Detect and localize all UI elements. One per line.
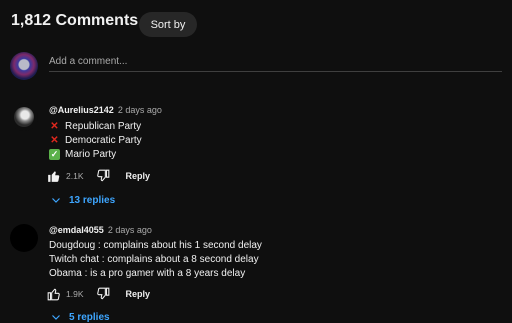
reply-button[interactable]: Reply — [126, 171, 151, 181]
avatar[interactable] — [10, 103, 38, 131]
comment-meta: @emdal4055 2 days ago — [49, 225, 152, 235]
comment-count: 1,812 Comments — [11, 12, 139, 29]
like-count: 1.9K — [66, 289, 84, 299]
thumbs-up-icon[interactable] — [47, 169, 61, 183]
comment-actions: 2.1K Reply — [47, 168, 150, 184]
thumbs-down-icon[interactable] — [96, 287, 110, 301]
comment-input[interactable]: Add a comment... — [49, 56, 502, 72]
comment-line: ✕ Republican Party — [49, 121, 141, 132]
comment-line: Dougdoug : complains about his 1 second … — [49, 240, 262, 251]
cross-mark-icon: ✕ — [50, 121, 59, 132]
comment-line: Obama : is a pro gamer with a 8 years de… — [49, 268, 245, 279]
chevron-down-icon — [52, 315, 60, 320]
comment-text: Mario Party — [65, 149, 117, 160]
comment-text: Twitch chat : complains about a 8 second… — [49, 254, 259, 265]
replies-label: 5 replies — [69, 311, 110, 323]
thumbs-up-icon[interactable] — [47, 287, 61, 301]
comment-text: Democratic Party — [65, 135, 142, 146]
reply-button[interactable]: Reply — [126, 289, 151, 299]
comment-actions: 1.9K Reply — [47, 286, 150, 302]
chevron-down-icon — [52, 198, 60, 203]
avatar[interactable] — [10, 224, 38, 252]
sort-by-button[interactable]: Sort by — [139, 12, 197, 37]
comments-header: 1,812 Comments — [11, 12, 138, 30]
comment-author[interactable]: @Aurelius2142 — [49, 105, 114, 115]
comment-text: Dougdoug : complains about his 1 second … — [49, 240, 262, 251]
comment-line: Twitch chat : complains about a 8 second… — [49, 254, 259, 265]
comment-time[interactable]: 2 days ago — [108, 225, 152, 235]
view-replies-button[interactable]: 13 replies — [50, 194, 115, 206]
comment-meta: @Aurelius2142 2 days ago — [49, 105, 162, 115]
comment-time[interactable]: 2 days ago — [118, 105, 162, 115]
cross-mark-icon: ✕ — [50, 135, 59, 146]
check-mark-icon: ✓ — [49, 149, 60, 160]
like-count: 2.1K — [66, 171, 84, 181]
replies-label: 13 replies — [69, 194, 116, 206]
comment-text: Republican Party — [65, 121, 142, 132]
avatar[interactable] — [10, 52, 38, 80]
comment-line: ✓ Mario Party — [49, 149, 116, 160]
comment-text: Obama : is a pro gamer with a 8 years de… — [49, 268, 246, 279]
thumbs-down-icon[interactable] — [96, 169, 110, 183]
comment-line: ✕ Democratic Party — [49, 135, 142, 146]
comment-author[interactable]: @emdal4055 — [49, 225, 104, 235]
view-replies-button[interactable]: 5 replies — [50, 311, 110, 323]
